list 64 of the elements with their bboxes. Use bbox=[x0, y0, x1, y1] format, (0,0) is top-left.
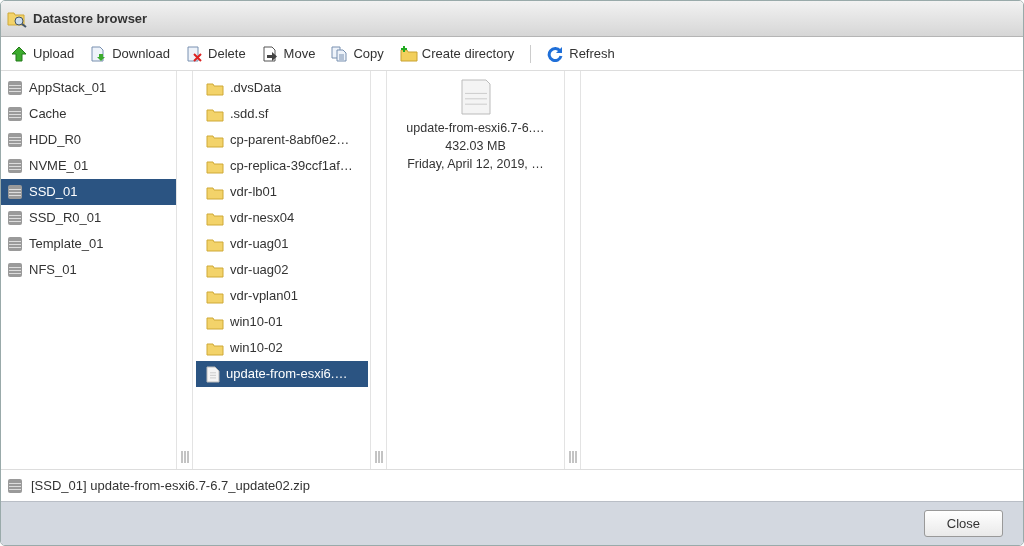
file-name: update-from-esxi6.7-6.… bbox=[406, 120, 545, 137]
folder-icon bbox=[206, 210, 224, 226]
database-icon bbox=[7, 132, 23, 148]
toolbar-button[interactable]: Create directory bbox=[399, 43, 515, 64]
toolbar-button[interactable]: Delete bbox=[186, 43, 246, 64]
folder-icon bbox=[206, 158, 224, 174]
folder-item[interactable]: win10-02 bbox=[196, 335, 368, 361]
upload-arrow-icon bbox=[11, 45, 29, 62]
window-title: Datastore browser bbox=[33, 9, 148, 28]
datastore-item[interactable]: NVME_01 bbox=[1, 153, 176, 179]
database-icon bbox=[7, 236, 23, 252]
file-size: 432.03 MB bbox=[445, 138, 506, 155]
toolbar-button[interactable]: Copy bbox=[331, 43, 384, 64]
toolbar-button[interactable]: Refresh bbox=[547, 43, 615, 64]
delete-document-icon bbox=[186, 45, 205, 62]
datastore-item[interactable]: NFS_01 bbox=[1, 257, 176, 283]
folder-icon bbox=[206, 236, 224, 252]
datastore-item[interactable]: AppStack_01 bbox=[1, 75, 176, 101]
folder-icon bbox=[206, 314, 224, 330]
status-path: [SSD_01] update-from-esxi6.7-6.7_update02.zip bbox=[31, 476, 310, 495]
move-document-icon bbox=[261, 45, 280, 62]
folder-item[interactable]: win10-01 bbox=[196, 309, 368, 335]
file-item[interactable]: update-from-esxi6.… bbox=[196, 361, 368, 387]
folder-item[interactable]: .sdd.sf bbox=[196, 101, 368, 127]
folder-item[interactable]: .dvsData bbox=[196, 75, 368, 101]
database-icon bbox=[7, 262, 23, 278]
document-icon bbox=[460, 79, 491, 115]
resize-grip-icon bbox=[568, 451, 577, 463]
database-icon bbox=[7, 477, 23, 494]
toolbar-button[interactable]: Upload bbox=[11, 43, 75, 64]
database-icon bbox=[7, 106, 23, 122]
toolbar-button[interactable]: Download bbox=[90, 43, 171, 64]
folder-item[interactable]: vdr-nesx04 bbox=[196, 205, 368, 231]
folder-icon bbox=[206, 262, 224, 278]
toolbar-button[interactable]: Move bbox=[261, 43, 316, 64]
datastore-item[interactable]: Template_01 bbox=[1, 231, 176, 257]
copy-documents-icon bbox=[331, 45, 350, 62]
folder-icon bbox=[206, 288, 224, 304]
folder-item[interactable]: cp-replica-39ccf1af… bbox=[196, 153, 368, 179]
datastore-item[interactable]: HDD_R0 bbox=[1, 127, 176, 153]
folder-item[interactable]: vdr-lb01 bbox=[196, 179, 368, 205]
folder-icon bbox=[206, 132, 224, 148]
resize-grip-icon bbox=[374, 451, 383, 463]
folder-icon bbox=[206, 106, 224, 122]
resize-grip-icon bbox=[180, 451, 189, 463]
folder-item[interactable]: vdr-vplan01 bbox=[196, 283, 368, 309]
folder-item[interactable]: vdr-uag02 bbox=[196, 257, 368, 283]
folder-item[interactable]: cp-parent-8abf0e2… bbox=[196, 127, 368, 153]
folder-item[interactable]: vdr-uag01 bbox=[196, 231, 368, 257]
folder-icon bbox=[206, 80, 224, 96]
new-folder-icon bbox=[399, 45, 418, 62]
datastore-item[interactable]: Cache bbox=[1, 101, 176, 127]
document-icon bbox=[206, 365, 220, 383]
folder-search-icon bbox=[7, 9, 27, 28]
database-icon bbox=[7, 184, 23, 200]
database-icon bbox=[7, 158, 23, 174]
folder-icon bbox=[206, 340, 224, 356]
close-button[interactable]: Close bbox=[923, 509, 1003, 538]
file-date: Friday, April 12, 2019, … bbox=[407, 156, 544, 173]
database-icon bbox=[7, 80, 23, 96]
folder-icon bbox=[206, 184, 224, 200]
datastore-item[interactable]: SSD_01 bbox=[1, 179, 176, 205]
datastore-item[interactable]: SSD_R0_01 bbox=[1, 205, 176, 231]
database-icon bbox=[7, 210, 23, 226]
